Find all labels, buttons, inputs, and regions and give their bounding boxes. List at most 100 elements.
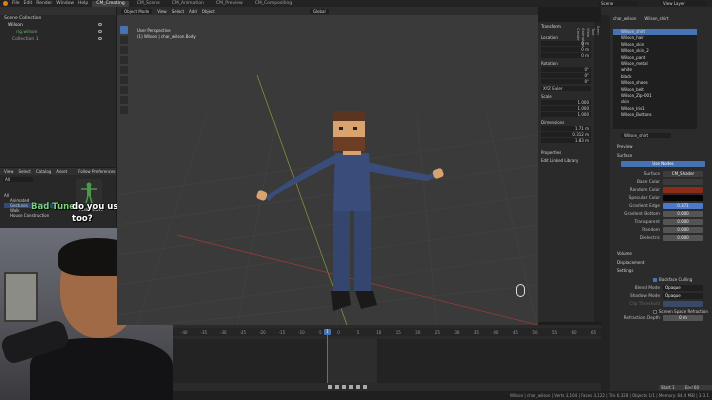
timeline-tick-label: 25 bbox=[434, 330, 440, 335]
timeline-tick-label: 30 bbox=[454, 330, 460, 335]
surface-section[interactable]: Surface bbox=[617, 153, 632, 158]
asset-library-value: All bbox=[5, 177, 10, 182]
asset-menu-catalog[interactable]: Catalog bbox=[36, 169, 51, 174]
annotate-tool-icon[interactable] bbox=[120, 86, 128, 94]
preview-section[interactable]: Preview bbox=[617, 144, 633, 149]
clip-threshold-field[interactable] bbox=[663, 301, 703, 307]
backface-culling-checkbox[interactable]: Backface Culling bbox=[653, 277, 692, 282]
timeline-tick-label: 65 bbox=[591, 330, 597, 335]
current-frame-indicator[interactable]: 1 bbox=[324, 329, 331, 335]
shadow-mode-label: Shadow Mode bbox=[629, 293, 660, 299]
material-name-field[interactable]: Wilson_shirt bbox=[621, 133, 671, 138]
material-slot-label: white bbox=[621, 67, 632, 73]
visibility-eye-icon[interactable] bbox=[98, 30, 102, 33]
volume-section[interactable]: Volume bbox=[617, 251, 632, 256]
viewport-info-line-2: (1) Wilson | char_wilson.Body bbox=[137, 34, 196, 39]
timeline-tick-label: 60 bbox=[571, 330, 577, 335]
shader-prop-row: Transparent 0.000 bbox=[611, 218, 711, 226]
tab-workspace-creating[interactable]: CM_Creating bbox=[92, 0, 129, 7]
jump-end-icon[interactable] bbox=[363, 385, 367, 389]
outliner-row-scene-collection[interactable]: Scene Collection bbox=[0, 15, 116, 22]
tab-workspace-preview[interactable]: CM_Preview bbox=[212, 1, 247, 7]
scene-selector[interactable]: Scene bbox=[598, 1, 638, 6]
catalog-item[interactable]: House Construction bbox=[4, 213, 56, 218]
asset-browser-header: View Select Catalog Asset Follow Prefere… bbox=[0, 168, 116, 175]
shader-prop-value[interactable]: 0.371 bbox=[663, 203, 703, 209]
displacement-section[interactable]: Displacement bbox=[617, 260, 645, 265]
character-model[interactable] bbox=[247, 107, 447, 325]
play-reverse-icon[interactable] bbox=[342, 385, 346, 389]
use-nodes-button[interactable]: Use Nodes bbox=[621, 161, 705, 167]
tab-tool[interactable]: Tool bbox=[591, 28, 596, 322]
play-icon[interactable] bbox=[349, 385, 353, 389]
viewport-menu-add[interactable]: Add bbox=[189, 9, 197, 14]
next-keyframe-icon[interactable] bbox=[356, 385, 360, 389]
blender-logo-icon[interactable] bbox=[3, 1, 8, 6]
material-slot-item[interactable]: Wilson_Buttons bbox=[613, 112, 697, 118]
shader-prop-value[interactable] bbox=[663, 195, 703, 201]
material-slot-label: skin bbox=[621, 99, 630, 105]
tab-workspace-compositing[interactable]: CM_Compositing bbox=[251, 1, 296, 7]
asset-follow-prefs[interactable]: Follow Preferences bbox=[78, 169, 115, 174]
tab-create[interactable]: Create bbox=[576, 28, 581, 322]
end-value: 60 bbox=[693, 385, 699, 390]
outliner-panel: Scene Collection Wilson rig.wilson Colle… bbox=[0, 7, 116, 167]
view-layer-selector[interactable]: View Layer bbox=[660, 1, 706, 6]
viewport-menu-object[interactable]: Object bbox=[202, 9, 215, 14]
move-tool-icon[interactable] bbox=[120, 46, 128, 54]
prev-keyframe-icon[interactable] bbox=[335, 385, 339, 389]
mode-select[interactable]: Object Mode bbox=[121, 8, 153, 14]
3d-viewport[interactable]: Object Mode View Select Add Object Globa… bbox=[117, 7, 538, 325]
transform-tool-icon[interactable] bbox=[120, 76, 128, 84]
playhead-line[interactable] bbox=[327, 330, 328, 383]
tab-animation[interactable]: Animation bbox=[581, 28, 586, 322]
settings-section[interactable]: Settings bbox=[617, 268, 633, 273]
timeline-tick-label: -25 bbox=[239, 330, 247, 335]
asset-library-select[interactable]: All bbox=[3, 177, 33, 182]
object-breadcrumb: char_wilson bbox=[613, 16, 637, 21]
timeline-tick-label: -5 bbox=[317, 330, 322, 335]
menu-window[interactable]: Window bbox=[56, 1, 74, 6]
viewport-info-line-1: User Perspective bbox=[137, 28, 171, 33]
blend-mode-select[interactable]: Opaque bbox=[663, 285, 703, 291]
shader-prop-value[interactable]: 0.000 bbox=[663, 227, 703, 233]
measure-tool-icon[interactable] bbox=[120, 96, 128, 104]
outliner-row-label: Collection 1 bbox=[12, 37, 39, 42]
orientation-select[interactable]: Global bbox=[309, 8, 329, 14]
shader-prop-value[interactable]: 0.000 bbox=[663, 219, 703, 225]
jump-start-icon[interactable] bbox=[328, 385, 332, 389]
viewport-menu-select[interactable]: Select bbox=[172, 9, 184, 14]
cursor-tool-icon[interactable] bbox=[120, 36, 128, 44]
shader-prop-value[interactable]: 0.000 bbox=[663, 211, 703, 217]
shadow-mode-select[interactable]: Opaque bbox=[663, 293, 703, 299]
asset-menu-view[interactable]: View bbox=[4, 169, 14, 174]
refraction-depth-field[interactable]: 0 m bbox=[663, 315, 703, 321]
timeline-ruler[interactable]: -40 -35 -30 -25 -20 -15 -10 -5 0 5 10 15 20 25 30 35 40 4… bbox=[173, 328, 601, 336]
select-tool-icon[interactable] bbox=[120, 26, 128, 34]
visibility-eye-icon[interactable] bbox=[98, 37, 102, 40]
timeline-tracks[interactable] bbox=[173, 339, 601, 383]
asset-menu-asset[interactable]: Asset bbox=[56, 169, 67, 174]
shader-prop-row: Base Color bbox=[611, 178, 711, 186]
surface-shader-select[interactable]: CM_Shader bbox=[663, 171, 703, 177]
tab-workspace-scene[interactable]: CM_Scene bbox=[133, 1, 164, 7]
menu-help[interactable]: Help bbox=[78, 1, 88, 6]
material-slot-label: Wilson_hair bbox=[621, 35, 644, 41]
menu-file[interactable]: File bbox=[12, 1, 20, 6]
scale-tool-icon[interactable] bbox=[120, 66, 128, 74]
asset-menu-select[interactable]: Select bbox=[19, 169, 31, 174]
shader-prop-value[interactable]: 0.000 bbox=[663, 235, 703, 241]
menu-render[interactable]: Render bbox=[36, 1, 52, 6]
viewport-menu-view[interactable]: View bbox=[157, 9, 167, 14]
tab-workspace-animation[interactable]: CM_Animation bbox=[168, 1, 208, 7]
shader-prop-value[interactable] bbox=[663, 187, 703, 193]
rotate-tool-icon[interactable] bbox=[120, 56, 128, 64]
tab-view[interactable]: View bbox=[586, 28, 591, 322]
end-frame-label-box[interactable]: End 60 bbox=[659, 385, 699, 390]
refraction-props: Refraction Depth 0 m bbox=[611, 314, 711, 322]
mesh-breadcrumb: Wilson_shirt bbox=[644, 16, 669, 21]
menu-edit[interactable]: Edit bbox=[24, 1, 33, 6]
visibility-eye-icon[interactable] bbox=[98, 23, 102, 26]
add-cube-tool-icon[interactable] bbox=[120, 106, 128, 114]
shader-prop-value[interactable] bbox=[663, 179, 703, 185]
